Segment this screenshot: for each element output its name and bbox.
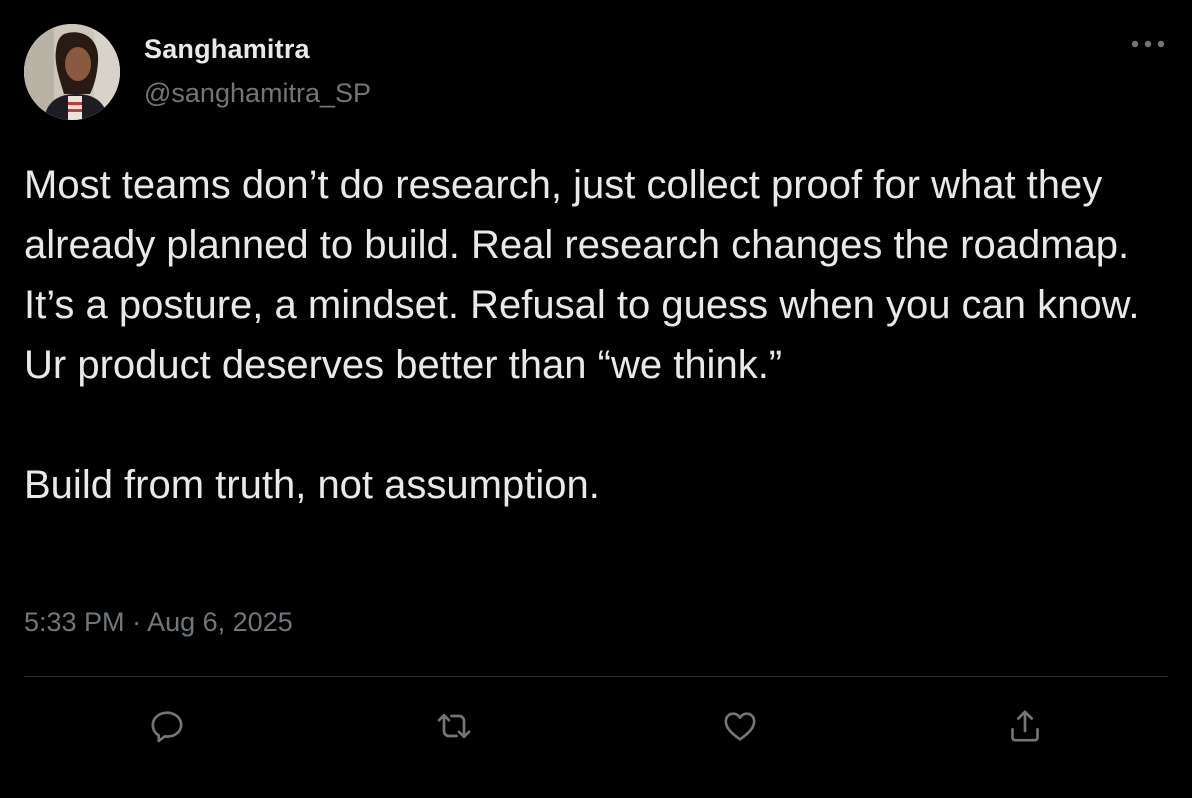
like-icon <box>724 712 756 741</box>
retweet-icon <box>437 713 471 739</box>
divider <box>24 676 1168 677</box>
tweet-timestamp: 5:33 PM · Aug 6, 2025 <box>24 607 293 638</box>
tweet-text: Most teams don’t do research, just colle… <box>24 155 1174 515</box>
share-button[interactable] <box>1001 702 1049 750</box>
tweet-time[interactable]: 5:33 PM <box>24 607 125 637</box>
more-icon <box>1131 40 1165 48</box>
tweet-paragraph: Most teams don’t do research, just colle… <box>24 163 1140 387</box>
more-options-button[interactable] <box>1126 30 1170 58</box>
avatar-image <box>24 24 120 120</box>
reply-icon <box>151 711 183 743</box>
tweet-paragraph: Build from truth, not assumption. <box>24 463 600 507</box>
tweet-date[interactable]: Aug 6, 2025 <box>147 607 293 637</box>
reply-button[interactable] <box>143 702 191 750</box>
retweet-button[interactable] <box>430 702 478 750</box>
meta-separator: · <box>132 607 142 637</box>
author-handle[interactable]: @sanghamitra_SP <box>144 78 371 109</box>
author-name[interactable]: Sanghamitra <box>144 34 310 65</box>
tweet-card: Sanghamitra @sanghamitra_SP Most teams d… <box>0 0 1192 798</box>
like-button[interactable] <box>716 702 764 750</box>
share-icon <box>1011 710 1039 742</box>
avatar[interactable] <box>24 24 120 120</box>
